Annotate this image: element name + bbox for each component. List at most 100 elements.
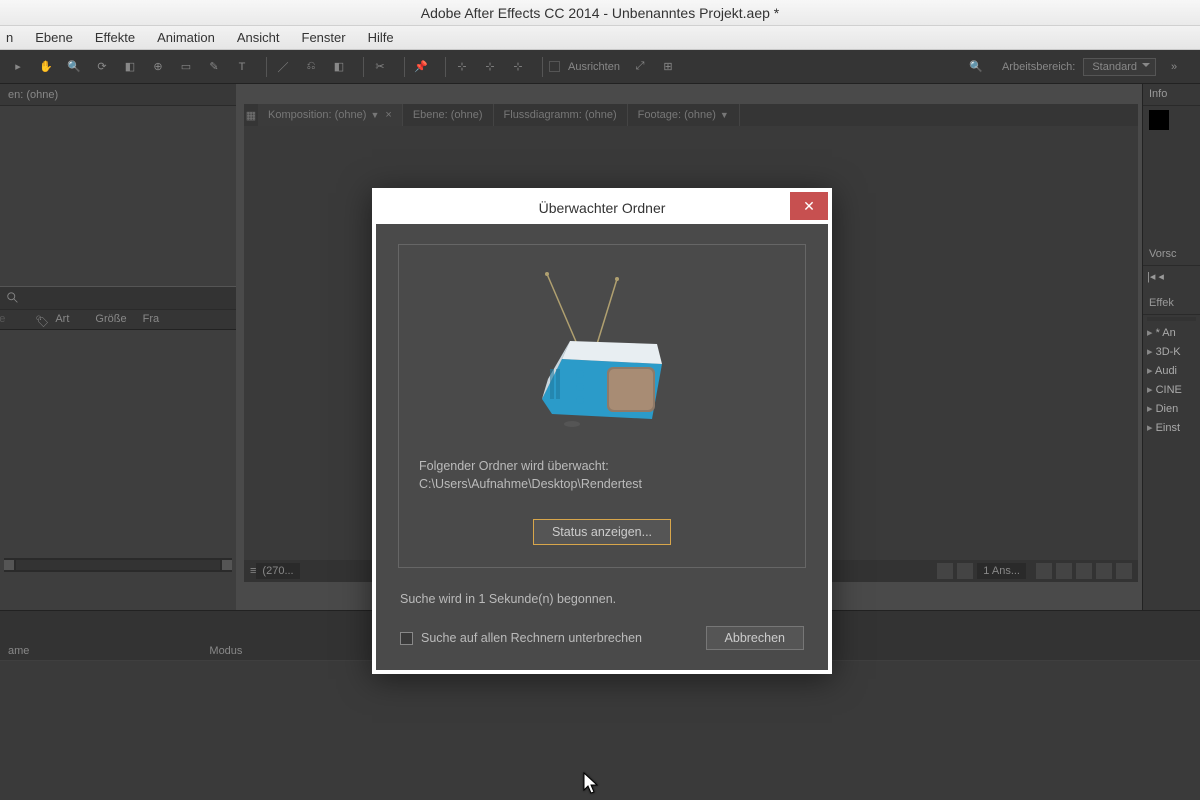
preview-panel-tab[interactable]: Vorsc [1143,244,1200,266]
project-columns: Name 🏷 Art Größe Fra [0,310,236,330]
viewer-opt-icon[interactable] [1076,563,1092,579]
menubar: n Ebene Effekte Animation Ansicht Fenste… [0,26,1200,50]
tab-footage[interactable]: Footage: (ohne) ▼ [628,104,740,126]
menu-item[interactable]: Animation [157,30,215,45]
tab-label: Komposition: (ohne) [268,109,366,121]
viewer-opt-icon[interactable] [1116,563,1132,579]
viewer-views[interactable]: 1 Ans... [977,563,1026,579]
local-axis-icon[interactable]: ⊹ [452,57,472,77]
menu-item[interactable]: Ansicht [237,30,280,45]
watched-path-value: C:\Users\Aufnahme\Desktop\Rendertest [419,475,642,493]
project-panel-header[interactable]: en: (ohne) [0,84,236,106]
col-name[interactable]: Name [0,310,5,329]
pen-tool-icon[interactable]: ✎ [204,57,224,77]
tab-ebene[interactable]: Ebene: (ohne) [403,104,494,126]
tab-lock-icon[interactable]: ▦ [244,109,258,122]
project-search-row [0,286,236,310]
viewer-opt-icon[interactable] [937,563,953,579]
viewer-opt-icon[interactable] [1036,563,1052,579]
cancel-button[interactable]: Abbrechen [706,626,804,650]
menu-item[interactable]: Hilfe [368,30,394,45]
world-axis-icon[interactable]: ⊹ [480,57,500,77]
watched-path-label: Folgender Ordner wird überwacht: [419,457,642,475]
toolbar: ▸ ✋ 🔍 ⟳ ◧ ⊕ ▭ ✎ T ／ ⎌ ◧ ✂ 📌 ⊹ ⊹ ⊹ Ausric… [0,50,1200,84]
watched-path-text: Folgender Ordner wird überwacht: C:\User… [419,457,642,493]
viewer-zoom[interactable]: (270... [256,563,299,579]
effects-category[interactable]: Dien [1143,399,1200,418]
dialog-titlebar[interactable]: Überwachter Ordner ✕ [376,192,828,224]
viewer-opt-icon[interactable] [957,563,973,579]
col-groesse[interactable]: Größe [89,310,126,329]
search-icon[interactable]: 🔍 [966,57,986,77]
chevron-down-icon[interactable]: ▼ [720,110,729,120]
clone-tool-icon[interactable]: ⎌ [301,57,321,77]
menu-item[interactable]: Ebene [35,30,73,45]
dialog-title: Überwachter Ordner [539,200,666,216]
project-scrollbar[interactable] [4,558,232,572]
workspace-label: Arbeitsbereich: [1002,61,1075,73]
chevron-down-icon[interactable]: ▼ [370,110,379,120]
scroll-right-icon[interactable] [222,560,232,570]
toolbar-separator [266,57,267,77]
selection-tool-icon[interactable]: ▸ [8,57,28,77]
mask-tool-icon[interactable]: ▭ [176,57,196,77]
view-axis-icon[interactable]: ⊹ [508,57,528,77]
tab-flussdiagramm[interactable]: Flussdiagramm: (ohne) [494,104,628,126]
text-tool-icon[interactable]: T [232,57,252,77]
rotate-tool-icon[interactable]: ⟳ [92,57,112,77]
show-status-button[interactable]: Status anzeigen... [533,519,671,545]
close-button[interactable]: ✕ [790,192,828,220]
scroll-left-icon[interactable] [4,560,14,570]
roto-tool-icon[interactable]: ✂ [370,57,390,77]
dialog-frame: Folgender Ordner wird überwacht: C:\User… [398,244,806,568]
effects-search[interactable] [1147,317,1196,321]
tv-illustration-icon [522,269,682,439]
info-panel-tab[interactable]: Info [1143,84,1200,106]
snapping-icon[interactable]: ⤢ [630,57,650,77]
countdown-text: Suche wird in 1 Sekunde(n) begonnen. [398,592,806,606]
eraser-tool-icon[interactable]: ◧ [329,57,349,77]
viewer-opt-icon[interactable] [1096,563,1112,579]
prev-frame-icon[interactable]: ◂ [1158,270,1164,283]
effects-panel-tab[interactable]: Effek [1143,293,1200,315]
close-icon[interactable]: × [385,109,391,121]
label-icon[interactable]: 🏷 [29,312,43,326]
col-art[interactable]: Art [49,310,69,329]
dialog-body: Folgender Ordner wird überwacht: C:\User… [376,224,828,670]
tab-label: Ebene: (ohne) [413,109,483,121]
align-label: Ausrichten [568,61,620,73]
window-title: Adobe After Effects CC 2014 - Unbenannte… [421,5,780,21]
timeline-col-name[interactable]: ame [8,645,29,657]
zoom-tool-icon[interactable]: 🔍 [64,57,84,77]
viewer-opt-icon[interactable] [1056,563,1072,579]
tab-label: Flussdiagramm: (ohne) [504,109,617,121]
menu-item[interactable]: Fenster [302,30,346,45]
pan-behind-tool-icon[interactable]: ⊕ [148,57,168,77]
workspace-menu-icon[interactable]: » [1164,57,1184,77]
tab-label: Footage: (ohne) [638,109,716,121]
menu-item[interactable]: n [6,30,13,45]
snapping-opts-icon[interactable]: ⊞ [658,57,678,77]
first-frame-icon[interactable]: |◂ [1147,270,1155,283]
hand-tool-icon[interactable]: ✋ [36,57,56,77]
dialog-footer: Suche auf allen Rechnern unterbrechen Ab… [398,626,806,652]
brush-tool-icon[interactable]: ／ [273,57,293,77]
effects-category[interactable]: 3D-K [1143,342,1200,361]
workspace-dropdown[interactable]: Standard [1083,58,1156,76]
timeline-col-modus[interactable]: Modus [209,645,242,657]
effects-category[interactable]: * An [1143,323,1200,342]
effects-category[interactable]: Audi [1143,361,1200,380]
toolbar-separator [404,57,405,77]
scroll-track[interactable] [16,560,220,570]
col-fra[interactable]: Fra [137,310,160,329]
effects-category[interactable]: Einst [1143,418,1200,437]
close-icon: ✕ [803,198,815,215]
align-checkbox[interactable] [549,61,560,72]
search-icon[interactable] [6,291,20,305]
pause-all-checkbox[interactable] [400,632,413,645]
effects-category[interactable]: CINE [1143,380,1200,399]
camera-tool-icon[interactable]: ◧ [120,57,140,77]
puppet-tool-icon[interactable]: 📌 [411,57,431,77]
tab-komposition[interactable]: Komposition: (ohne) ▼ × [258,104,403,126]
menu-item[interactable]: Effekte [95,30,135,45]
